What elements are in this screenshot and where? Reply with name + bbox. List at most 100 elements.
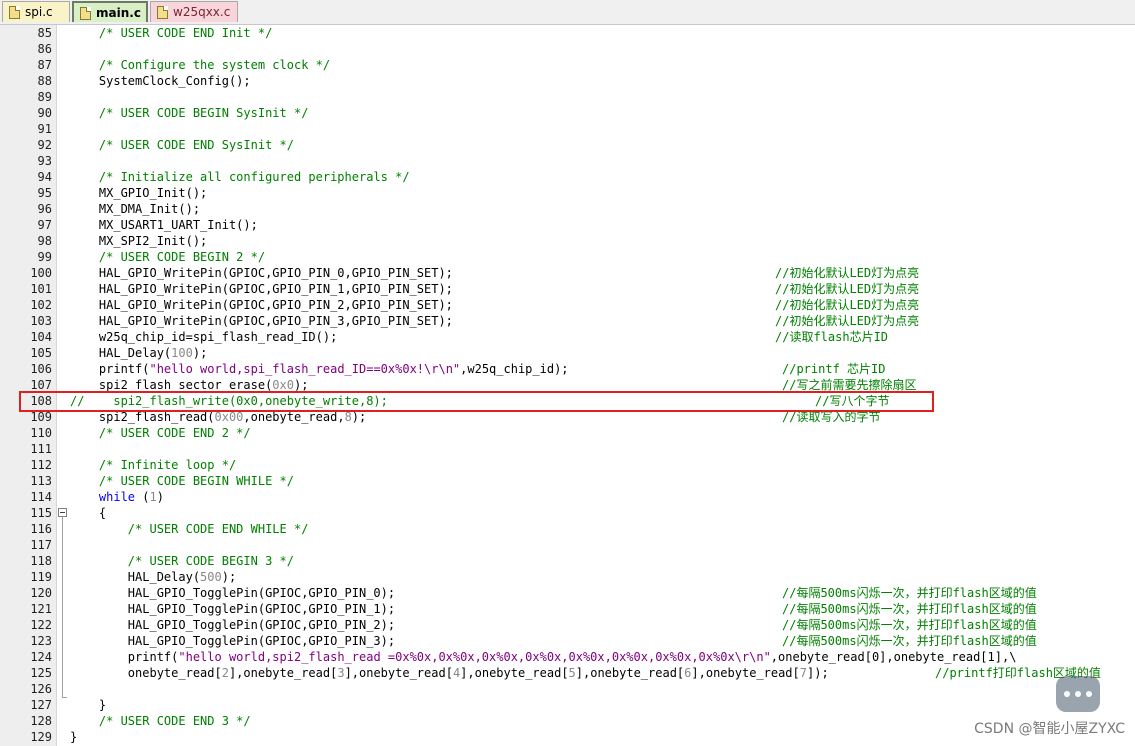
line-number: 111 xyxy=(30,442,52,456)
trailing-comment: //初始化默认LED灯为点亮 xyxy=(775,282,920,296)
code-text: /* Infinite loop */ xyxy=(70,458,237,472)
code-line[interactable]: 105 HAL_Delay(100); xyxy=(0,345,1135,361)
code-text: HAL_GPIO_WritePin(GPIOC,GPIO_PIN_2,GPIO_… xyxy=(70,298,453,312)
code-text: /* USER CODE BEGIN WHILE */ xyxy=(70,474,294,488)
line-number: 126 xyxy=(30,682,52,696)
code-line[interactable]: 85 /* USER CODE END Init */ xyxy=(0,25,1135,41)
line-number: 124 xyxy=(30,650,52,664)
code-line[interactable]: 96 MX_DMA_Init(); xyxy=(0,201,1135,217)
code-line[interactable]: 86 xyxy=(0,41,1135,57)
line-number: 118 xyxy=(30,554,52,568)
tab-main-c[interactable]: main.c xyxy=(72,1,148,22)
code-text: /* USER CODE END SysInit */ xyxy=(70,138,294,152)
code-line[interactable]: 110 /* USER CODE END 2 */ xyxy=(0,425,1135,441)
code-text: while (1) xyxy=(98,490,164,504)
code-line[interactable]: 99 /* USER CODE BEGIN 2 */ xyxy=(0,249,1135,265)
line-number: 100 xyxy=(30,266,52,280)
line-number: 92 xyxy=(37,138,52,152)
code-line[interactable]: 113 /* USER CODE BEGIN WHILE */ xyxy=(0,473,1135,489)
line-number: 89 xyxy=(37,90,52,104)
line-number: 121 xyxy=(30,602,52,616)
line-number: 119 xyxy=(30,570,52,584)
code-text: /* USER CODE END Init */ xyxy=(70,26,273,40)
trailing-comment: //每隔500ms闪烁一次，并打印flash区域的值 xyxy=(782,602,1037,616)
tab-label: w25qxx.c xyxy=(173,5,231,19)
code-line[interactable]: 88 SystemClock_Config(); xyxy=(0,73,1135,89)
code-text: /* Configure the system clock */ xyxy=(70,58,331,72)
code-line[interactable]: 112 /* Infinite loop */ xyxy=(0,457,1135,473)
code-line[interactable]: 111 xyxy=(0,441,1135,457)
code-line[interactable]: 100 HAL_GPIO_WritePin(GPIOC,GPIO_PIN_0,G… xyxy=(0,265,1135,281)
code-line[interactable]: 119 HAL_Delay(500); xyxy=(0,569,1135,585)
line-number: 123 xyxy=(30,634,52,648)
code-text: HAL_GPIO_WritePin(GPIOC,GPIO_PIN_1,GPIO_… xyxy=(70,282,453,296)
code-line[interactable]: 101 HAL_GPIO_WritePin(GPIOC,GPIO_PIN_1,G… xyxy=(0,281,1135,297)
code-line[interactable]: 114 while (1) xyxy=(0,489,1135,505)
tab-spi-c[interactable]: spi.c xyxy=(2,1,70,22)
line-number: 129 xyxy=(30,730,52,744)
code-line[interactable]: 95 MX_GPIO_Init(); xyxy=(0,185,1135,201)
watermark: CSDN @智能小屋ZYXC xyxy=(974,721,1125,737)
editor-tab-bar: spi.c main.c w25qxx.c xyxy=(0,0,1135,25)
line-number: 88 xyxy=(37,74,52,88)
code-line[interactable]: 92 /* USER CODE END SysInit */ xyxy=(0,137,1135,153)
code-line[interactable]: 103 HAL_GPIO_WritePin(GPIOC,GPIO_PIN_3,G… xyxy=(0,313,1135,329)
line-number: 127 xyxy=(30,698,52,712)
code-line[interactable]: 126 xyxy=(0,681,1135,697)
trailing-comment: //初始化默认LED灯为点亮 xyxy=(775,266,920,280)
line-number: 91 xyxy=(37,122,52,136)
line-number: 120 xyxy=(30,586,52,600)
line-number: 94 xyxy=(37,170,52,184)
code-line[interactable]: 120 HAL_GPIO_TogglePin(GPIOC,GPIO_PIN_0)… xyxy=(0,585,1135,601)
trailing-comment: //printf 芯片ID xyxy=(782,362,886,376)
tab-label: main.c xyxy=(96,6,141,20)
file-icon xyxy=(9,6,20,19)
code-line[interactable]: 125 onebyte_read[2],onebyte_read[3],oneb… xyxy=(0,665,1135,681)
code-text: HAL_GPIO_TogglePin(GPIOC,GPIO_PIN_2); xyxy=(70,618,396,632)
tab-label: spi.c xyxy=(25,5,53,19)
code-line[interactable]: 91 xyxy=(0,121,1135,137)
line-number: 112 xyxy=(30,458,52,472)
code-line[interactable]: 87 /* Configure the system clock */ xyxy=(0,57,1135,73)
code-line[interactable]: 90 /* USER CODE BEGIN SysInit */ xyxy=(0,105,1135,121)
code-line[interactable]: 104 w25q_chip_id=spi_flash_read_ID(); //读… xyxy=(0,329,1135,345)
line-number: 106 xyxy=(30,362,52,376)
line-number: 103 xyxy=(30,314,52,328)
line-number: 90 xyxy=(37,106,52,120)
code-text: SystemClock_Config(); xyxy=(70,74,251,88)
code-line[interactable]: 106 printf("hello world,spi_flash_read_I… xyxy=(0,361,1135,377)
code-line[interactable]: 127 } xyxy=(0,697,1135,713)
code-line[interactable]: 93 xyxy=(0,153,1135,169)
code-line[interactable]: 97 MX_USART1_UART_Init(); xyxy=(0,217,1135,233)
code-line[interactable]: 116 /* USER CODE END WHILE */ xyxy=(0,521,1135,537)
code-line[interactable]: 117 xyxy=(0,537,1135,553)
trailing-comment: //每隔500ms闪烁一次，并打印flash区域的值 xyxy=(782,634,1037,648)
code-text: HAL_GPIO_TogglePin(GPIOC,GPIO_PIN_3); xyxy=(70,634,396,648)
line-number: 86 xyxy=(37,42,52,56)
line-number: 104 xyxy=(30,330,52,344)
code-line[interactable]: 115 { xyxy=(0,505,1135,521)
code-line[interactable]: 124 printf("hello world,spi2_flash_read … xyxy=(0,649,1135,665)
trailing-comment: //每隔500ms闪烁一次，并打印flash区域的值 xyxy=(782,618,1037,632)
code-text: /* USER CODE END 2 */ xyxy=(70,426,251,440)
code-text: MX_GPIO_Init(); xyxy=(70,186,208,200)
code-text: /* Initialize all configured peripherals… xyxy=(70,170,410,184)
code-line[interactable]: 118 /* USER CODE BEGIN 3 */ xyxy=(0,553,1135,569)
code-line[interactable]: 94 /* Initialize all configured peripher… xyxy=(0,169,1135,185)
trailing-comment: //每隔500ms闪烁一次，并打印flash区域的值 xyxy=(782,586,1037,600)
code-line[interactable]: 121 HAL_GPIO_TogglePin(GPIOC,GPIO_PIN_1)… xyxy=(0,601,1135,617)
code-line[interactable]: 128 /* USER CODE END 3 */ xyxy=(0,713,1135,729)
line-number: 87 xyxy=(37,58,52,72)
line-number: 96 xyxy=(37,202,52,216)
code-text: HAL_GPIO_WritePin(GPIOC,GPIO_PIN_0,GPIO_… xyxy=(70,266,453,280)
code-line[interactable]: 102 HAL_GPIO_WritePin(GPIOC,GPIO_PIN_2,G… xyxy=(0,297,1135,313)
code-editor[interactable]: 85 /* USER CODE END Init */86 87 /* Confi… xyxy=(0,25,1135,746)
tab-w25qxx-c[interactable]: w25qxx.c xyxy=(150,1,238,22)
code-text: HAL_Delay(100); xyxy=(70,346,208,360)
code-line[interactable]: 89 xyxy=(0,89,1135,105)
code-line[interactable]: 98 MX_SPI2_Init(); xyxy=(0,233,1135,249)
code-line[interactable]: 123 HAL_GPIO_TogglePin(GPIOC,GPIO_PIN_3)… xyxy=(0,633,1135,649)
code-line[interactable]: 129} xyxy=(0,729,1135,745)
code-line[interactable]: 122 HAL_GPIO_TogglePin(GPIOC,GPIO_PIN_2)… xyxy=(0,617,1135,633)
file-icon xyxy=(80,7,91,20)
